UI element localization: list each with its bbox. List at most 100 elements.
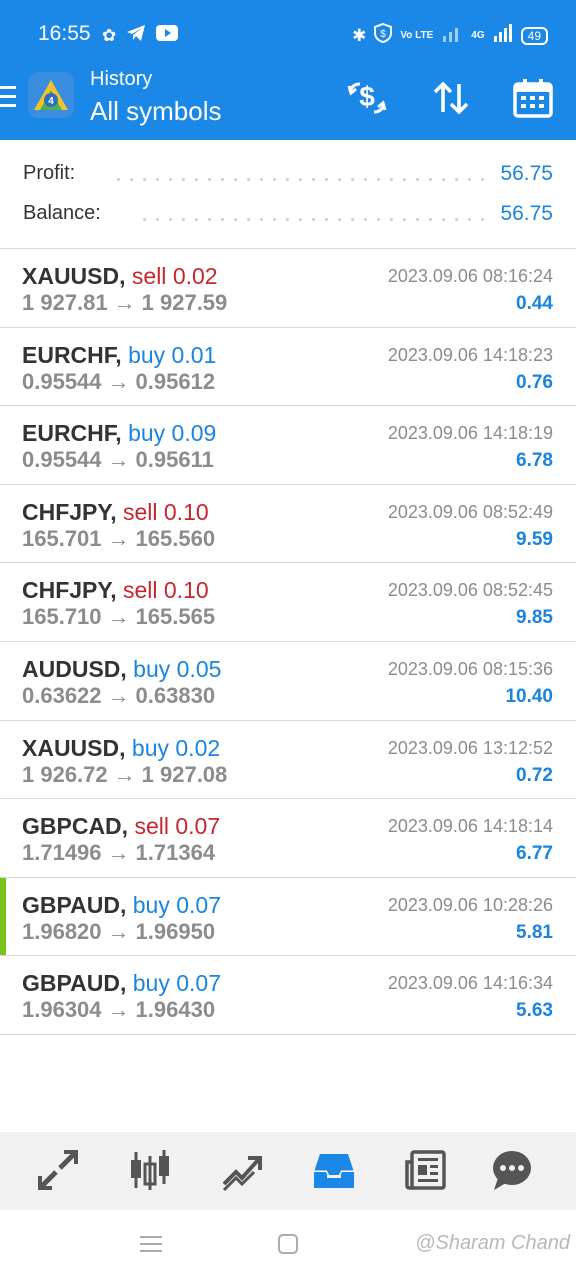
- profit-value: 56.75: [500, 162, 553, 185]
- deal-symbol: GBPCAD,: [22, 813, 129, 840]
- deal-volume: 0.02: [172, 263, 218, 289]
- deal-row[interactable]: AUDUSD, buy 0.05 0.63622 → 0.63830 2023.09.0…: [0, 642, 576, 721]
- system-nav-bar: @Sharam Chand: [0, 1210, 576, 1280]
- menu-icon[interactable]: [0, 86, 16, 108]
- close-price: 1 927.59: [141, 290, 228, 315]
- deal-row[interactable]: GBPAUD, buy 0.07 1.96820 → 1.96950 2023.09.0…: [0, 877, 576, 957]
- arrow-icon: →: [107, 682, 130, 708]
- open-price: 0.63622: [22, 682, 102, 708]
- home-button[interactable]: [278, 1234, 298, 1259]
- deal-title: CHFJPY, sell 0.10: [22, 499, 209, 526]
- deal-time: 2023.09.06 08:15:36: [387, 658, 553, 679]
- deal-profit: 5.81: [516, 921, 553, 943]
- deal-time: 2023.09.06 08:16:24: [387, 266, 553, 286]
- deal-prices: 1.71496 → 1.71364: [22, 840, 215, 866]
- deal-prices: 1.96304 → 1.96430: [22, 997, 215, 1023]
- trade-icon[interactable]: [220, 1148, 264, 1192]
- account-summary: Profit: 56.75 Balance: 56.75: [0, 140, 576, 249]
- deal-prices: 1 926.72 → 1 927.08: [22, 762, 227, 788]
- open-price: 165.710: [22, 604, 102, 630]
- close-price: 1.96430: [135, 997, 216, 1023]
- close-price: 1.71364: [135, 840, 216, 866]
- deal-side: buy: [128, 341, 166, 368]
- deal-side: buy: [128, 420, 166, 447]
- deal-row[interactable]: GBPCAD, sell 0.07 1.71496 → 1.71364 2023.09.…: [0, 799, 576, 878]
- deal-row[interactable]: CHFJPY, sell 0.10 165.710 → 165.565 2023.09.…: [0, 563, 576, 642]
- deal-profit: 5.63: [516, 1000, 553, 1022]
- deal-row[interactable]: XAUUSD, sell 0.02 1 927.81 → 1 927.59 2023.0…: [0, 249, 576, 328]
- deposit-withdraw-icon[interactable]: $: [346, 78, 388, 118]
- chart-icon[interactable]: [128, 1148, 172, 1192]
- deal-title: XAUUSD, buy 0.02: [22, 735, 220, 762]
- profit-row: Profit: 56.75: [0, 162, 576, 192]
- deal-volume: 0.09: [171, 420, 217, 447]
- signal-bars-icon: [493, 24, 513, 47]
- deal-prices: 1.96820 → 1.96950: [22, 919, 215, 945]
- open-price: 0.95544: [22, 368, 102, 394]
- deal-volume: 0.07: [176, 970, 221, 997]
- bottom-nav: [0, 1132, 576, 1210]
- deal-side: buy: [132, 970, 170, 997]
- deal-profit: 9.85: [516, 607, 553, 629]
- toolbar-title[interactable]: All symbols: [90, 96, 221, 127]
- deal-row[interactable]: GBPAUD, buy 0.07 1.96304 → 1.96430 2023.09.0…: [0, 956, 576, 1035]
- signal-icon: [441, 24, 463, 47]
- recents-button[interactable]: [140, 1234, 162, 1259]
- close-price: 0.63830: [135, 682, 216, 708]
- deal-symbol: CHFJPY,: [22, 577, 117, 604]
- close-price: 165.560: [135, 525, 216, 551]
- deal-prices: 0.95544 → 0.95612: [22, 369, 215, 395]
- battery-indicator: 49: [520, 26, 548, 45]
- deal-row[interactable]: EURCHF, buy 0.01 0.95544 → 0.95612 2023.09.0…: [0, 328, 576, 407]
- deal-prices: 0.95544 → 0.95611: [22, 447, 214, 473]
- deal-symbol: XAUUSD,: [22, 734, 126, 761]
- vpn-shield-icon: $: [374, 22, 393, 48]
- deal-volume: 0.10: [163, 577, 209, 604]
- arrow-icon: →: [107, 604, 130, 630]
- deal-symbol: GBPAUD,: [22, 970, 127, 997]
- deal-side: sell: [134, 813, 169, 840]
- deal-symbol: AUDUSD,: [22, 655, 127, 682]
- chat-icon[interactable]: [490, 1148, 534, 1192]
- deal-time: 2023.09.06 10:28:26: [387, 894, 553, 915]
- deal-title: GBPAUD, buy 0.07: [22, 970, 221, 997]
- deal-profit: 10.40: [505, 685, 553, 707]
- close-price: 1 927.08: [141, 761, 228, 787]
- history-icon[interactable]: [312, 1148, 356, 1192]
- deal-profit: 0.76: [516, 371, 553, 393]
- deal-profit: 0.44: [516, 293, 553, 314]
- deal-row[interactable]: CHFJPY, sell 0.10 165.701 → 165.560 2023.09.…: [0, 485, 576, 564]
- dotted-leader: [112, 178, 484, 181]
- deal-prices: 165.701 → 165.560: [22, 526, 215, 552]
- deal-row[interactable]: EURCHF, buy 0.09 0.95544 → 0.95611 2023.09.0…: [0, 406, 576, 485]
- deal-time: 2023.09.06 14:16:34: [387, 973, 553, 994]
- telegram-icon: [126, 24, 146, 47]
- sort-icon[interactable]: [430, 78, 472, 118]
- balance-value: 56.75: [500, 202, 553, 225]
- deal-title: AUDUSD, buy 0.05: [22, 656, 221, 683]
- status-time: 16:55: [38, 22, 91, 45]
- deal-row[interactable]: XAUUSD, buy 0.02 1 926.72 → 1 927.08 2023.09…: [0, 721, 576, 800]
- open-price: 1.96820: [22, 918, 102, 944]
- deal-symbol: EURCHF,: [22, 420, 122, 447]
- app-screen: 16:55 ✿ ✱ $ Vo LTE 4G 49 4 History All s…: [0, 0, 576, 1280]
- app-logo: 4: [26, 70, 76, 120]
- svg-text:$: $: [359, 81, 375, 112]
- quotes-icon[interactable]: [36, 1148, 80, 1192]
- deal-title: GBPAUD, buy 0.07: [22, 892, 221, 919]
- deal-side: sell: [131, 263, 167, 289]
- balance-row: Balance: 56.75: [0, 202, 576, 232]
- deal-list: XAUUSD, sell 0.02 1 927.81 → 1 927.59 2023.0…: [0, 249, 576, 1035]
- deal-side: sell: [122, 577, 158, 604]
- close-price: 1.96950: [135, 918, 216, 944]
- deal-time: 2023.09.06 14:18:23: [387, 344, 553, 365]
- deal-prices: 165.710 → 165.565: [22, 604, 215, 630]
- arrow-icon: →: [107, 368, 130, 394]
- close-price: 0.95612: [135, 368, 216, 394]
- arrow-icon: →: [113, 290, 136, 315]
- deal-profit: 9.59: [516, 528, 553, 550]
- calendar-icon[interactable]: [512, 78, 554, 118]
- deal-time: 2023.09.06 13:12:52: [387, 737, 553, 758]
- open-price: 0.95544: [22, 447, 102, 473]
- news-icon[interactable]: [404, 1148, 448, 1192]
